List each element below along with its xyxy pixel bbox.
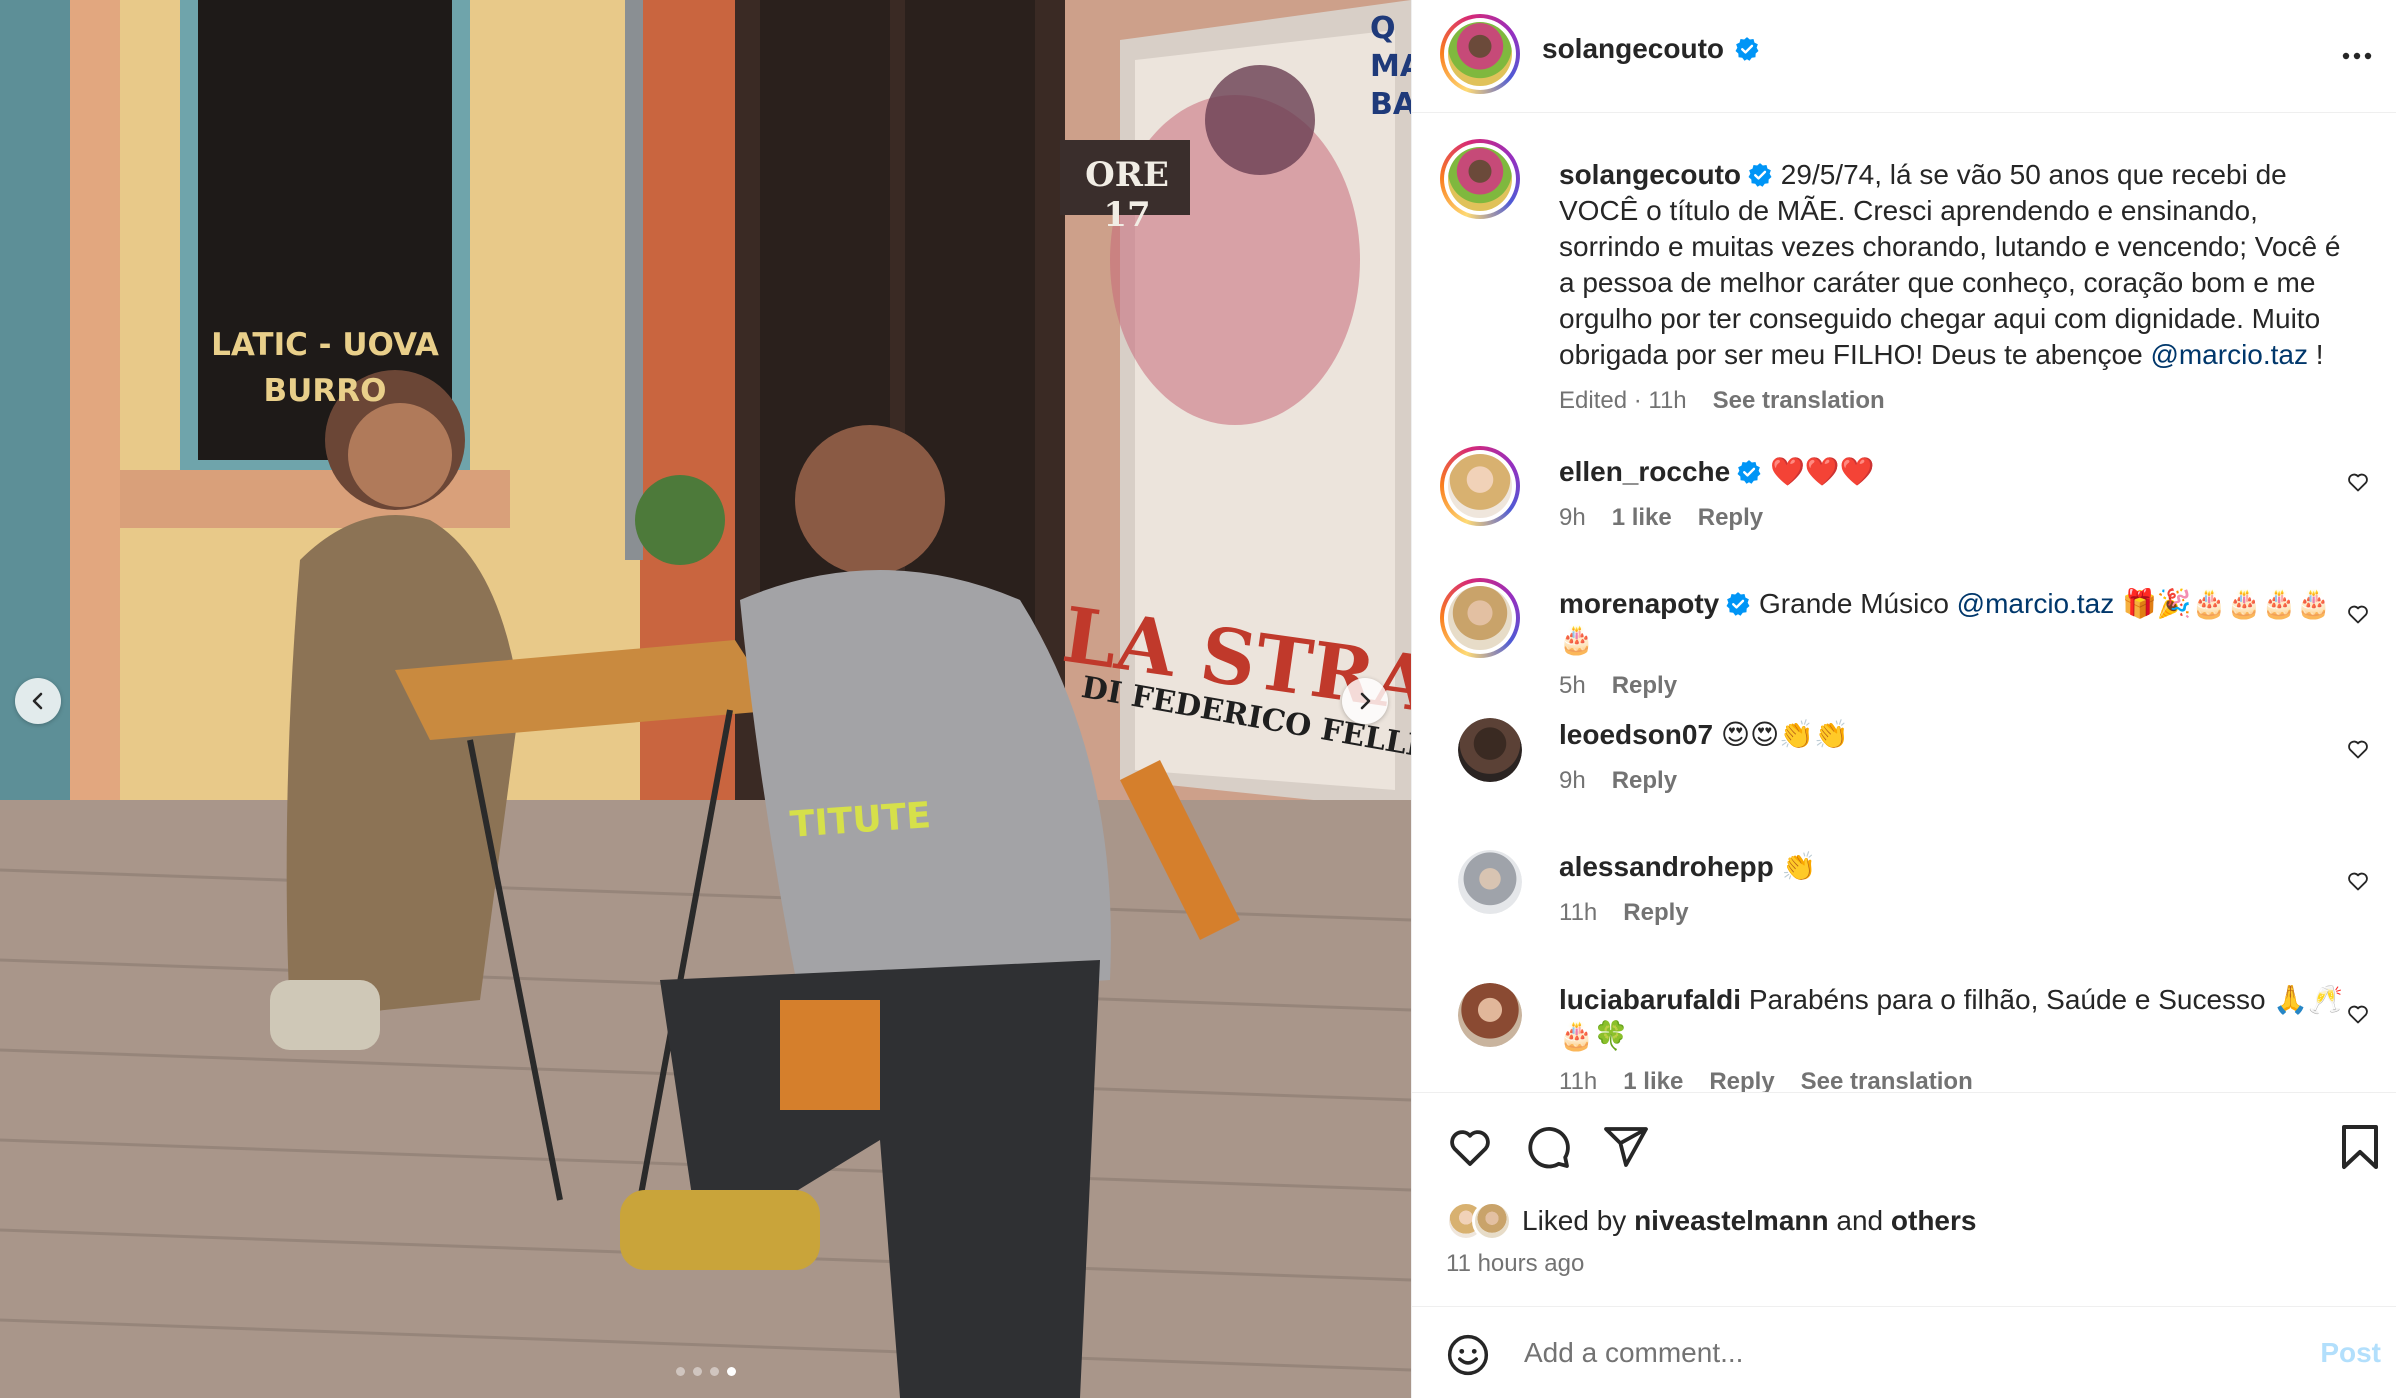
carousel-dot bbox=[675, 1367, 685, 1376]
window-sign-line-2: BURRO bbox=[263, 373, 387, 409]
reply-button[interactable]: Reply bbox=[1698, 500, 1763, 536]
emoji-smiley-icon[interactable] bbox=[1446, 1333, 1490, 1377]
commenter-username[interactable]: ellen_rocche bbox=[1559, 456, 1730, 487]
commenter-username[interactable]: alessandrohepp bbox=[1559, 851, 1774, 882]
liked-by-username[interactable]: niveastelmann bbox=[1634, 1205, 1829, 1237]
caption-avatar bbox=[1448, 147, 1512, 211]
carousel-dot-active bbox=[726, 1367, 736, 1376]
post-actions: Liked by niveastelmann and others 11 hou… bbox=[1412, 1092, 2396, 1306]
commenter-avatar-ring[interactable] bbox=[1440, 578, 1520, 658]
like-comment-heart-icon[interactable] bbox=[2346, 869, 2370, 893]
reply-button[interactable]: Reply bbox=[1623, 895, 1688, 931]
post-header: solangecouto bbox=[1412, 0, 2396, 113]
commenter-avatar[interactable] bbox=[1458, 850, 1522, 914]
caption-edited-time: Edited · 11h bbox=[1559, 387, 1687, 414]
poster-corner: Q MA BAS bbox=[1370, 10, 1411, 124]
post-caption: solangecouto 29/5/74, lá se vão 50 anos … bbox=[1440, 139, 2370, 414]
comment-item: alessandrohepp 👏 11h Reply bbox=[1440, 845, 2370, 945]
like-comment-heart-icon[interactable] bbox=[2346, 470, 2370, 494]
chevron-left-icon bbox=[32, 692, 43, 710]
save-bookmark-icon[interactable] bbox=[2338, 1123, 2382, 1171]
liker-avatars bbox=[1446, 1201, 1516, 1241]
commenter-username[interactable]: luciabarufaldi bbox=[1559, 984, 1741, 1015]
like-comment-heart-icon[interactable] bbox=[2346, 737, 2370, 761]
author-avatar-ring[interactable] bbox=[1440, 14, 1520, 94]
ore-sign: ORE 17 bbox=[1085, 155, 1169, 235]
comment-text: 👏 bbox=[1781, 851, 1817, 882]
commenter-avatar[interactable] bbox=[1458, 718, 1522, 782]
comment-time: 5h bbox=[1559, 672, 1586, 699]
author-avatar bbox=[1448, 22, 1512, 86]
commenter-avatar-ring[interactable] bbox=[1440, 446, 1520, 526]
reply-button[interactable]: Reply bbox=[1709, 1064, 1774, 1092]
add-comment-bar: Post bbox=[1412, 1306, 2396, 1398]
verified-badge-icon bbox=[1737, 460, 1761, 484]
verified-badge-icon bbox=[1735, 37, 1759, 61]
caption-mention-link[interactable]: @marcio.taz bbox=[2150, 339, 2308, 370]
window-sign: LATIC - UOVA BURRO bbox=[210, 322, 440, 414]
liked-by-row: Liked by niveastelmann and others bbox=[1446, 1201, 1976, 1241]
reply-button[interactable]: Reply bbox=[1612, 763, 1677, 799]
post-time-ago: 11 hours ago bbox=[1446, 1250, 1585, 1277]
liked-by-and: and bbox=[1828, 1205, 1891, 1236]
comments-scroll-area[interactable]: solangecouto 29/5/74, lá se vão 50 anos … bbox=[1412, 113, 2396, 1092]
post-side-panel: solangecouto solangecouto 29/5/74, lá se… bbox=[1411, 0, 2396, 1398]
comment-text: 😍😍👏👏 bbox=[1720, 719, 1849, 750]
comment-likes-count[interactable]: 1 like bbox=[1612, 500, 1672, 536]
window-sign-line-1: LATIC - UOVA bbox=[211, 327, 439, 363]
more-options-icon[interactable] bbox=[2339, 38, 2375, 74]
comment-mention-link[interactable]: @marcio.taz bbox=[1957, 588, 2115, 619]
see-translation-button[interactable]: See translation bbox=[1801, 1064, 1973, 1092]
comment-time: 9h bbox=[1559, 504, 1586, 531]
comment-item: leoedson07 😍😍👏👏 9h Reply bbox=[1440, 713, 2370, 813]
like-comment-heart-icon[interactable] bbox=[2346, 602, 2370, 626]
caption-username[interactable]: solangecouto bbox=[1559, 159, 1741, 190]
like-comment-heart-icon[interactable] bbox=[2346, 1002, 2370, 1026]
like-heart-icon[interactable] bbox=[1446, 1123, 1494, 1171]
liked-by-others-link[interactable]: others bbox=[1891, 1205, 1977, 1237]
verified-badge-icon bbox=[1726, 592, 1750, 616]
liker-avatar[interactable] bbox=[1472, 1201, 1512, 1241]
see-translation-button[interactable]: See translation bbox=[1713, 383, 1885, 419]
author-username[interactable]: solangecouto bbox=[1542, 33, 1724, 64]
commenter-avatar[interactable] bbox=[1458, 983, 1522, 1047]
comment-likes-count[interactable]: 1 like bbox=[1623, 1064, 1683, 1092]
poster-corner-2: MA bbox=[1370, 49, 1411, 84]
carousel-indicator bbox=[0, 1367, 1411, 1376]
carousel-dot bbox=[709, 1367, 719, 1376]
share-send-icon[interactable] bbox=[1602, 1123, 1650, 1171]
post-photo[interactable]: LATIC - UOVA BURRO ORE 17 Q MA BAS LA ST… bbox=[0, 0, 1411, 1398]
comment-text: Grande Músico bbox=[1759, 588, 1957, 619]
caption-avatar-ring[interactable] bbox=[1440, 139, 1520, 219]
comment-text: ❤️❤️❤️ bbox=[1769, 456, 1875, 487]
next-photo-button[interactable] bbox=[1342, 678, 1388, 724]
caption-text: solangecouto 29/5/74, lá se vão 50 anos … bbox=[1559, 157, 2349, 373]
comment-item: ellen_rocche ❤️❤️❤️ 9h 1 like Reply bbox=[1440, 446, 2370, 546]
commenter-avatar bbox=[1448, 454, 1512, 518]
comment-time: 11h bbox=[1559, 1068, 1598, 1092]
comment-bubble-icon[interactable] bbox=[1524, 1123, 1572, 1171]
commenter-username[interactable]: leoedson07 bbox=[1559, 719, 1713, 750]
previous-photo-button[interactable] bbox=[15, 678, 61, 724]
comment-item: morenapoty Grande Músico @marcio.taz 🎁🎉🎂… bbox=[1440, 578, 2370, 699]
comment-time: 9h bbox=[1559, 767, 1586, 794]
verified-badge-icon bbox=[1748, 163, 1772, 187]
caption-end: ! bbox=[2308, 339, 2324, 370]
commenter-username[interactable]: morenapoty bbox=[1559, 588, 1719, 619]
comment-item: luciabarufaldi Parabéns para o filhão, S… bbox=[1440, 978, 2370, 1092]
chevron-right-icon bbox=[1360, 692, 1371, 710]
add-comment-input[interactable] bbox=[1524, 1327, 2284, 1379]
comment-time: 11h bbox=[1559, 899, 1598, 926]
poster-corner-1: Q bbox=[1370, 11, 1396, 46]
liked-by-prefix: Liked by bbox=[1522, 1205, 1635, 1236]
carousel-dot bbox=[692, 1367, 702, 1376]
post-comment-button[interactable]: Post bbox=[2320, 1337, 2381, 1369]
commenter-avatar bbox=[1448, 586, 1512, 650]
poster-corner-3: BAS bbox=[1370, 87, 1411, 122]
reply-button[interactable]: Reply bbox=[1612, 668, 1677, 704]
